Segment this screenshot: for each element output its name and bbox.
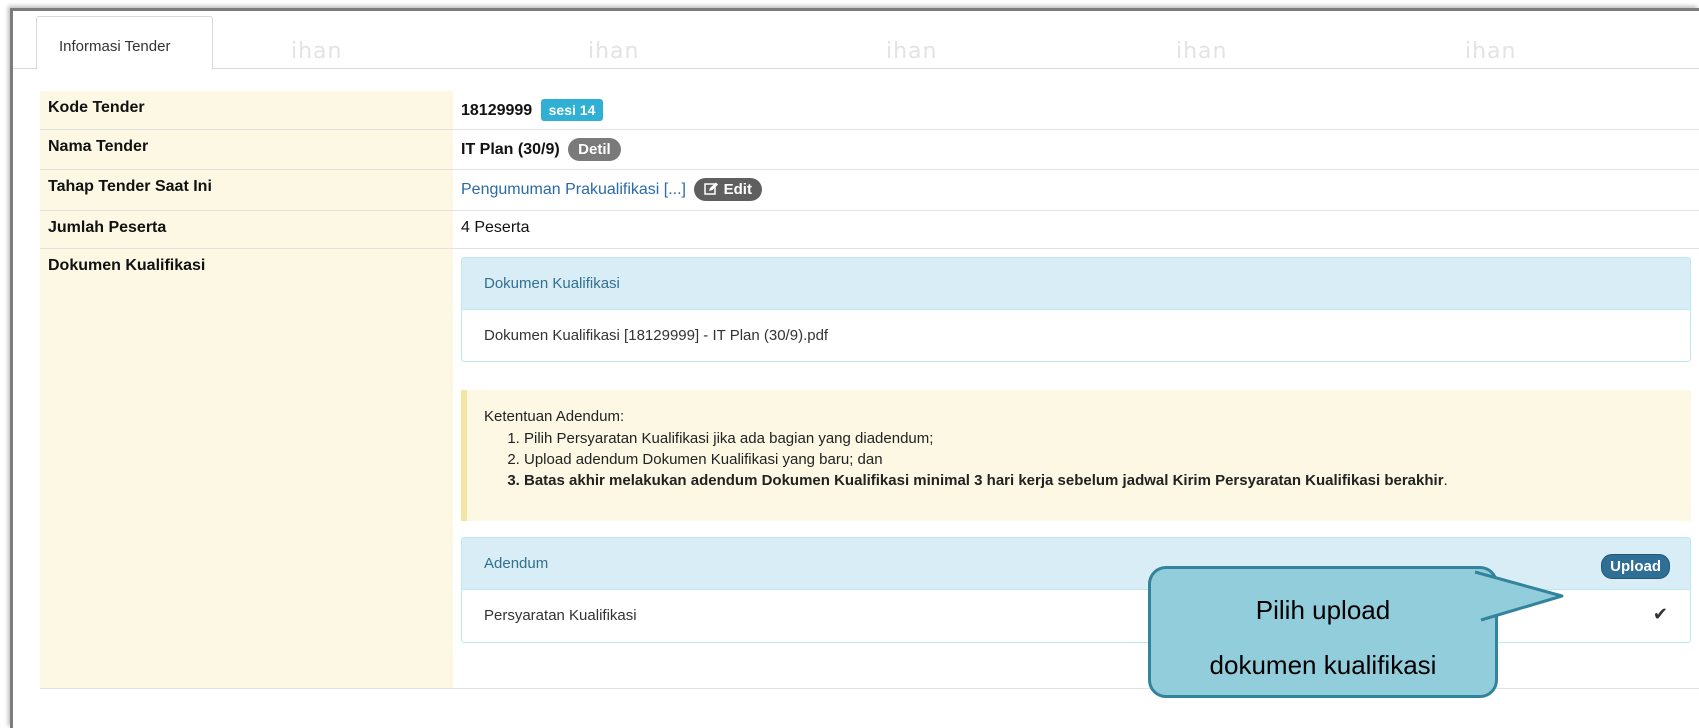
nama-tender-value-cell: IT Plan (30/9) Detil: [453, 130, 1699, 169]
tab-label: Informasi Tender: [59, 38, 171, 55]
detil-button[interactable]: Detil: [568, 138, 621, 161]
dokumen-kualifikasi-panel: Dokumen Kualifikasi Dokumen Kualifikasi …: [461, 257, 1691, 362]
ketentuan-period: .: [1443, 472, 1448, 489]
instruction-callout: Pilih upload dokumen kualifikasi: [1148, 566, 1498, 698]
watermark-text: ihan: [588, 39, 640, 64]
ketentuan-item-bold: Batas akhir melakukan adendum Dokumen Ku…: [524, 471, 1691, 490]
ketentuan-item-text: Batas akhir melakukan adendum Dokumen Ku…: [524, 472, 1444, 489]
watermark-text: ihan: [1465, 39, 1517, 64]
jumlah-peserta-label: Jumlah Peserta: [40, 211, 453, 248]
tab-informasi-tender[interactable]: Informasi Tender: [36, 16, 213, 70]
row-nama-tender: Nama Tender IT Plan (30/9) Detil: [40, 130, 1699, 170]
row-kode-tender: Kode Tender 18129999 sesi 14: [40, 91, 1699, 130]
callout-line-2: dokumen kualifikasi: [1209, 650, 1437, 680]
sesi-badge: sesi 14: [540, 99, 604, 121]
callout-line-1: Pilih upload: [1255, 595, 1391, 625]
ketentuan-list: Pilih Persyaratan Kualifikasi jika ada b…: [484, 429, 1691, 490]
watermark-text: ihan: [1176, 39, 1228, 64]
ketentuan-item: Pilih Persyaratan Kualifikasi jika ada b…: [524, 429, 1691, 448]
row-jumlah-peserta: Jumlah Peserta 4 Peserta: [40, 211, 1699, 249]
adendum-heading-text: Adendum: [484, 555, 549, 572]
tahap-tender-value-cell: Pengumuman Prakualifikasi [...] Edit: [453, 170, 1699, 210]
watermark-text: ihan: [291, 39, 343, 64]
tab-bar: Informasi Tender ihan ihan ihan ihan iha…: [13, 11, 1699, 70]
edit-icon: [704, 182, 719, 195]
kode-tender-label: Kode Tender: [40, 91, 453, 129]
adendum-panel: Adendum Upload Persyaratan Kualifikasi ✔: [461, 537, 1691, 643]
tahap-tender-label: Tahap Tender Saat Ini: [40, 170, 453, 210]
persyaratan-item[interactable]: Persyaratan Kualifikasi ✔: [462, 590, 1690, 641]
nama-tender-value: IT Plan (30/9): [461, 141, 560, 158]
check-icon: ✔: [1652, 604, 1668, 624]
nama-tender-label: Nama Tender: [40, 130, 453, 169]
jumlah-peserta-value: 4 Peserta: [461, 219, 530, 236]
dokumen-panel-heading: Dokumen Kualifikasi: [462, 258, 1690, 310]
adendum-panel-heading: Adendum Upload: [462, 538, 1690, 590]
dokumen-kualifikasi-label: Dokumen Kualifikasi: [40, 249, 453, 688]
edit-button[interactable]: Edit: [694, 178, 762, 201]
dokumen-file-link[interactable]: Dokumen Kualifikasi [18129999] - IT Plan…: [462, 310, 1690, 361]
kode-tender-value: 18129999: [461, 102, 533, 119]
watermark-text: ihan: [886, 39, 938, 64]
ketentuan-item: Upload adendum Dokumen Kualifikasi yang …: [524, 450, 1691, 469]
edit-label: Edit: [723, 181, 752, 198]
kode-tender-value-cell: 18129999 sesi 14: [453, 91, 1699, 129]
upload-button[interactable]: Upload: [1601, 554, 1670, 579]
row-tahap-tender: Tahap Tender Saat Ini Pengumuman Prakual…: [40, 170, 1699, 211]
ketentuan-title: Ketentuan Adendum:: [484, 408, 625, 425]
dokumen-kualifikasi-cell: Dokumen Kualifikasi Dokumen Kualifikasi …: [453, 249, 1699, 688]
persyaratan-label: Persyaratan Kualifikasi: [484, 607, 637, 624]
ketentuan-adendum-note: Ketentuan Adendum: Pilih Persyaratan Kua…: [461, 390, 1691, 521]
tahap-tender-link[interactable]: Pengumuman Prakualifikasi [...]: [461, 181, 686, 198]
